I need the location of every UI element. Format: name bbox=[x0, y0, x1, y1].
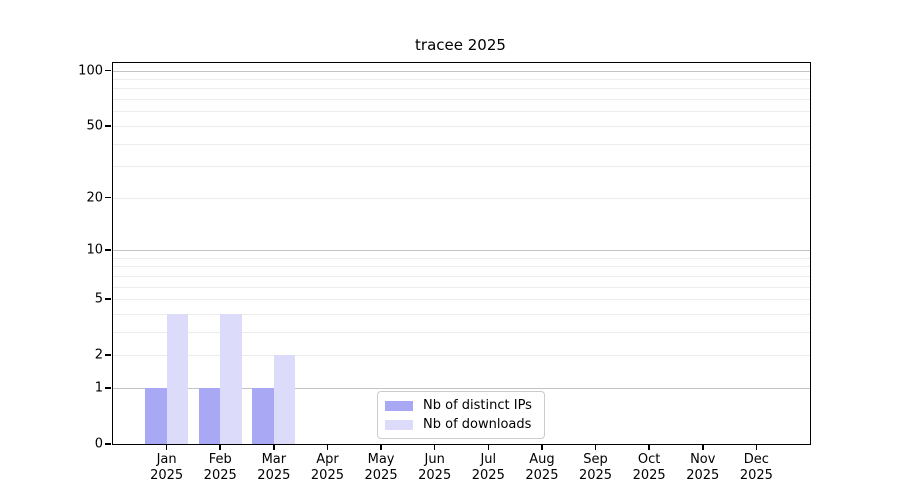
chart-title: tracee 2025 bbox=[415, 36, 506, 54]
x-axis-tick-jul bbox=[487, 444, 490, 450]
y-axis-tick-label-1: 1 bbox=[94, 380, 103, 396]
gridline-minor-y2 bbox=[113, 355, 810, 357]
y-axis-tick-label-50: 50 bbox=[86, 118, 103, 134]
y-axis-tick-50 bbox=[105, 125, 111, 127]
y-axis-tick-5 bbox=[105, 298, 111, 300]
x-axis-tick-mar bbox=[273, 444, 275, 450]
x-axis-tick-oct bbox=[648, 444, 650, 450]
bar-nb-of-distinct-ips-jan bbox=[145, 387, 167, 444]
bar-nb-of-downloads-mar bbox=[273, 355, 296, 444]
gridline-minor-y8 bbox=[113, 266, 810, 268]
x-axis-tick-nov bbox=[702, 444, 704, 450]
x-axis-tick-apr bbox=[326, 444, 329, 450]
gridline-minor-y9 bbox=[113, 257, 810, 259]
x-label-month: Dec bbox=[743, 452, 769, 467]
y-axis-tick-label-100: 100 bbox=[78, 63, 103, 79]
gridline-minor-y40 bbox=[113, 143, 810, 145]
legend-row-distinct-ips: Nb of distinct IPs bbox=[385, 398, 535, 413]
y-axis-tick-10 bbox=[105, 249, 111, 251]
legend: Nb of distinct IPs Nb of downloads bbox=[377, 391, 545, 439]
y-axis-tick-label-10: 10 bbox=[86, 242, 103, 258]
x-axis-tick-jan bbox=[165, 444, 168, 450]
gridline-minor-y6 bbox=[113, 286, 810, 288]
gridline-minor-y30 bbox=[113, 166, 810, 168]
gridline-minor-y20 bbox=[113, 197, 810, 199]
gridline-minor-y60 bbox=[113, 111, 810, 113]
y-axis-tick-label-20: 20 bbox=[86, 190, 103, 206]
y-axis-tick-20 bbox=[105, 196, 111, 199]
bar-nb-of-distinct-ips-mar bbox=[252, 387, 274, 444]
y-axis-tick-0 bbox=[105, 443, 111, 445]
x-label-year: 2025 bbox=[739, 468, 773, 483]
gridline-minor-y7 bbox=[113, 275, 810, 277]
y-axis-tick-label-0: 0 bbox=[94, 436, 103, 452]
x-axis-tick-may bbox=[380, 444, 382, 450]
x-axis-tick-dec bbox=[755, 444, 758, 450]
gridline-minor-y50 bbox=[113, 125, 810, 127]
gridline-minor-y80 bbox=[113, 88, 810, 90]
legend-label-downloads: Nb of downloads bbox=[423, 417, 532, 432]
chart-figure: tracee 2025 100 50 20 10 5 2 1 0 Jan 2025 Feb 2025 M… bbox=[0, 0, 900, 500]
gridline-minor-y3 bbox=[113, 331, 810, 333]
gridline-minor-y90 bbox=[113, 79, 810, 81]
legend-row-downloads: Nb of downloads bbox=[385, 417, 535, 432]
gridline-major-y100 bbox=[113, 70, 810, 72]
bar-nb-of-distinct-ips-feb bbox=[198, 387, 221, 444]
gridline-minor-y70 bbox=[113, 99, 810, 101]
x-axis-tick-jun bbox=[433, 444, 436, 450]
y-axis-tick-label-5: 5 bbox=[94, 291, 103, 307]
x-axis-tick-label-dec: Dec 2025 bbox=[720, 452, 792, 484]
x-axis-tick-feb bbox=[219, 444, 221, 450]
gridline-minor-y5 bbox=[113, 299, 810, 301]
gridline-major-y10 bbox=[113, 250, 810, 251]
y-axis-tick-label-2: 2 bbox=[94, 347, 103, 363]
legend-label-distinct-ips: Nb of distinct IPs bbox=[423, 398, 532, 413]
x-axis-tick-sep bbox=[594, 444, 597, 450]
bar-nb-of-downloads-jan bbox=[166, 313, 189, 444]
x-axis-tick-aug bbox=[541, 444, 543, 450]
y-axis-tick-2 bbox=[105, 354, 111, 356]
legend-swatch-distinct-ips bbox=[385, 400, 413, 411]
gridline-minor-y4 bbox=[113, 313, 810, 315]
plot-area: 100 50 20 10 5 2 1 0 Jan 2025 Feb 2025 Mar 2025 Apr 202… bbox=[78, 62, 811, 483]
y-axis-tick-1 bbox=[105, 387, 111, 389]
bar-nb-of-downloads-feb bbox=[220, 313, 242, 444]
legend-swatch-downloads bbox=[385, 419, 413, 430]
y-axis-tick-100 bbox=[105, 69, 111, 72]
